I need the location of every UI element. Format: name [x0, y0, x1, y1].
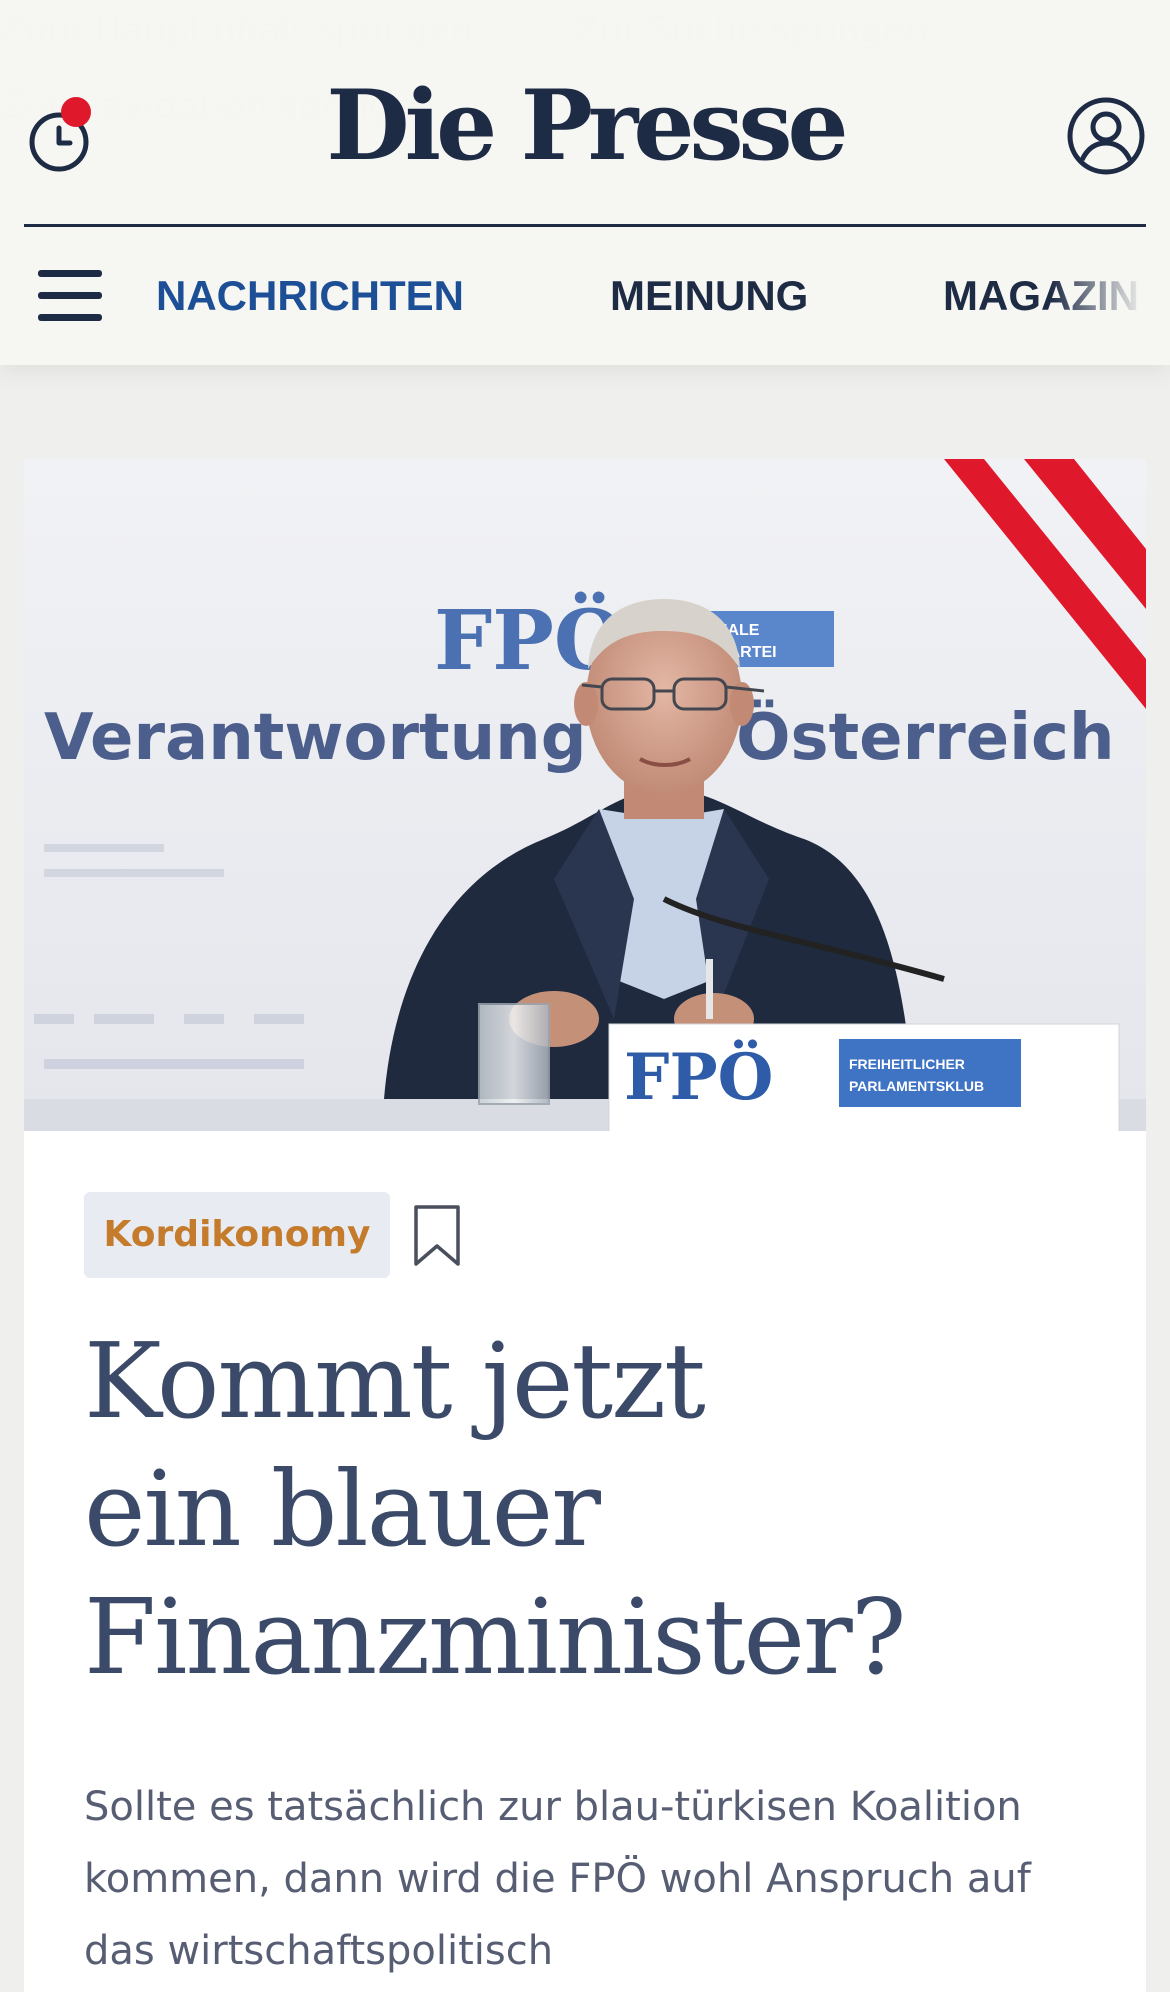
article-teaser[interactable]: FPÖ DIE SOZIALE HEIMATPARTEI Verantwortu…	[24, 459, 1146, 1992]
headline-line-1: Kommt jetzt	[84, 1320, 706, 1442]
bookmark-icon	[414, 1205, 460, 1266]
headline-line-3: Finanzminister?	[84, 1576, 906, 1698]
bookmark-button[interactable]	[412, 1204, 462, 1268]
category-label: Kordikonomy	[103, 1214, 371, 1255]
nav-item-meinung[interactable]: MEINUNG	[610, 272, 808, 320]
desk-tag-2: PARLAMENTSKLUB	[849, 1078, 984, 1094]
article-image[interactable]: FPÖ DIE SOZIALE HEIMATPARTEI Verantwortu…	[24, 459, 1146, 1131]
user-circle-icon	[1067, 97, 1145, 175]
header-divider	[24, 224, 1146, 227]
site-header: Die Presse NACHRICHTEN MEINUNG MAGAZIN	[0, 0, 1170, 365]
article-headline[interactable]: Kommt jetzt ein blauer Finanzminister?	[84, 1317, 1084, 1701]
main-navigation: NACHRICHTEN MEINUNG MAGAZIN	[0, 270, 1170, 322]
desk-logo: FPÖ	[624, 1039, 773, 1115]
site-logo[interactable]: Die Presse	[0, 78, 1170, 174]
headline-line-2: ein blauer	[84, 1448, 601, 1570]
article-lead: Sollte es tatsächlich zur blau-türkisen …	[84, 1784, 1031, 1974]
desk-tag-1: FREIHEITLICHER	[849, 1056, 965, 1072]
category-badge[interactable]: Kordikonomy	[84, 1192, 390, 1278]
nav-item-nachrichten[interactable]: NACHRICHTEN	[156, 272, 464, 320]
nav-scroll-fade	[1050, 250, 1170, 350]
account-button[interactable]	[1066, 96, 1146, 176]
